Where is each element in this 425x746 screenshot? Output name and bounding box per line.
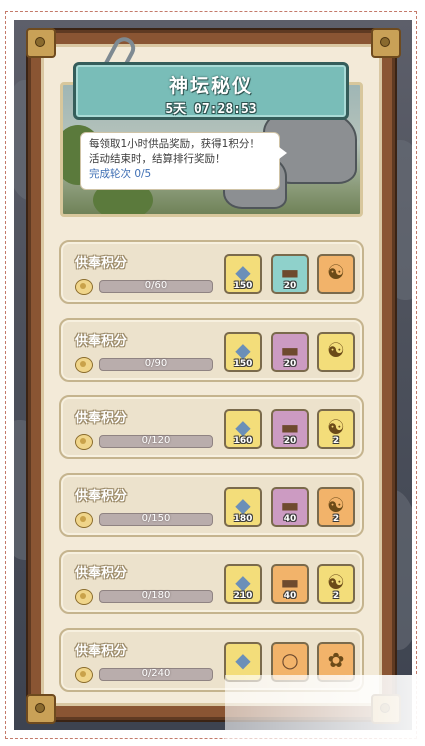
reward-slot-3[interactable]: ☯ 2 bbox=[317, 486, 355, 527]
scroll-icon: ▬ bbox=[280, 570, 300, 594]
reward-slot-1[interactable]: ◆ 210 bbox=[224, 564, 262, 604]
tier-title: 供奉积分 bbox=[75, 411, 128, 426]
reward-slot-1[interactable]: ◆ 160 bbox=[224, 409, 262, 449]
round-progress-text: 完成轮次 0/5 bbox=[89, 168, 152, 180]
tier-progress-bar: 0/240 bbox=[99, 667, 213, 681]
crystal-icon: ◆ bbox=[235, 647, 251, 672]
reward-slot-1[interactable]: ◆ 150 bbox=[224, 331, 262, 372]
tier-progress-bar: 0/180 bbox=[99, 590, 213, 603]
frame-corner-top-left bbox=[26, 28, 56, 58]
reward-tier-row: 供奉积分 0/60 ◆ 150 ▬ 20 ☯ bbox=[59, 240, 364, 304]
points-coin-icon bbox=[75, 589, 93, 605]
crystal-icon: ◆ bbox=[235, 570, 251, 594]
tier-progress-text: 0/150 bbox=[141, 512, 171, 524]
reward-slot-2[interactable]: ▬ 40 bbox=[271, 486, 309, 527]
event-title: 神坛秘仪 bbox=[168, 75, 253, 97]
ornament-icon: ✿ bbox=[327, 647, 345, 672]
reward-tier-row: 供奉积分 0/180 ◆ 210 ▬ 40 ☯ 2 bbox=[59, 550, 364, 614]
tooltip-line-2: 活动结束时，结算排行奖励！ bbox=[89, 153, 226, 165]
crystal-icon: ◆ bbox=[235, 260, 251, 284]
scroll-icon: ▬ bbox=[280, 492, 300, 517]
points-coin-icon bbox=[75, 279, 93, 295]
scroll-icon: ▬ bbox=[280, 260, 300, 284]
reward-count: 160 bbox=[233, 436, 253, 446]
frame-corner-bottom-left bbox=[26, 694, 56, 724]
reward-count: 20 bbox=[283, 281, 297, 291]
tier-progress-text: 0/120 bbox=[141, 435, 171, 446]
reward-slot-3[interactable]: ☯ 2 bbox=[317, 564, 355, 604]
yinyang-coin-icon: ☯ bbox=[327, 570, 345, 594]
tier-progress-bar: 0/60 bbox=[99, 280, 213, 293]
scroll-icon: ▬ bbox=[280, 415, 300, 439]
reward-count: 40 bbox=[283, 513, 297, 524]
points-coin-icon bbox=[75, 511, 93, 528]
tier-progress-text: 0/90 bbox=[144, 357, 168, 369]
tooltip-line-1: 每领取1小时供品奖励，获得1积分！ bbox=[89, 138, 260, 150]
reward-tier-row: 供奉积分 0/90 ◆ 150 ▬ 20 ☯ bbox=[59, 317, 364, 382]
reward-count: 40 bbox=[283, 591, 297, 601]
reward-slot-2[interactable]: ▬ 20 bbox=[271, 331, 309, 372]
reward-slot-3[interactable]: ☯ bbox=[317, 331, 355, 372]
yinyang-coin-icon: ☯ bbox=[327, 260, 345, 284]
reward-count: 20 bbox=[283, 358, 297, 369]
watermark-overlay bbox=[225, 675, 425, 746]
scroll-icon: ▬ bbox=[280, 337, 300, 362]
reward-count: 20 bbox=[283, 436, 297, 446]
yinyang-coin-icon: ☯ bbox=[327, 415, 345, 439]
bubbles-icon: ○ bbox=[281, 647, 299, 672]
tier-title: 供奉积分 bbox=[75, 643, 128, 659]
reward-count: 150 bbox=[233, 358, 253, 369]
reward-count: 150 bbox=[233, 281, 253, 291]
reward-tier-row: 供奉积分 0/120 ◆ 160 ▬ 20 ☯ 2 bbox=[59, 395, 364, 459]
tier-title: 供奉积分 bbox=[75, 256, 128, 271]
yinyang-coin-icon: ☯ bbox=[327, 492, 345, 517]
reward-tier-row: 供奉积分 0/150 ◆ 180 ▬ 40 ☯ 2 bbox=[59, 472, 364, 537]
crystal-icon: ◆ bbox=[235, 492, 251, 517]
countdown-timer: 5天 07:28:53 bbox=[165, 102, 257, 117]
reward-count: 2 bbox=[332, 436, 340, 446]
reward-count: 2 bbox=[332, 591, 340, 601]
reward-slot-3[interactable]: ☯ 2 bbox=[317, 409, 355, 449]
reward-slot-2[interactable]: ▬ 20 bbox=[271, 254, 309, 294]
reward-count: 2 bbox=[332, 513, 340, 524]
tier-progress-bar: 0/150 bbox=[99, 512, 213, 526]
reward-count: 210 bbox=[233, 591, 253, 601]
points-coin-icon bbox=[75, 434, 93, 450]
reward-slot-2[interactable]: ▬ 40 bbox=[271, 564, 309, 604]
reward-slot-2[interactable]: ▬ 20 bbox=[271, 409, 309, 449]
yinyang-coin-icon: ☯ bbox=[327, 337, 345, 362]
tier-progress-bar: 0/90 bbox=[99, 357, 213, 371]
tier-title: 供奉积分 bbox=[75, 488, 128, 504]
event-title-plate: 神坛秘仪 5天 07:28:53 bbox=[73, 62, 349, 120]
tier-title: 供奉积分 bbox=[75, 566, 128, 581]
reward-slot-1[interactable]: ◆ 150 bbox=[224, 254, 262, 294]
tier-title: 供奉积分 bbox=[75, 333, 128, 349]
crystal-icon: ◆ bbox=[235, 415, 251, 439]
reward-slot-1[interactable]: ◆ 180 bbox=[224, 486, 262, 527]
event-info-tooltip: 每领取1小时供品奖励，获得1积分！ 活动结束时，结算排行奖励！ 完成轮次 0/5 bbox=[80, 132, 287, 190]
crystal-icon: ◆ bbox=[235, 337, 251, 362]
tier-progress-bar: 0/120 bbox=[99, 435, 213, 448]
points-coin-icon bbox=[75, 666, 93, 683]
reward-tier-list: 供奉积分 0/60 ◆ 150 ▬ 20 ☯ 供奉积分 0/90 ◆ 150 ▬ 20 ☯ 供奉积分 0/12… bbox=[59, 240, 364, 705]
tier-progress-text: 0/180 bbox=[141, 590, 171, 601]
tier-progress-text: 0/60 bbox=[144, 280, 168, 291]
frame-corner-top-right bbox=[371, 28, 401, 58]
tier-progress-text: 0/240 bbox=[141, 667, 171, 679]
points-coin-icon bbox=[75, 356, 93, 373]
reward-slot-3[interactable]: ☯ bbox=[317, 254, 355, 294]
reward-count: 180 bbox=[233, 513, 253, 524]
